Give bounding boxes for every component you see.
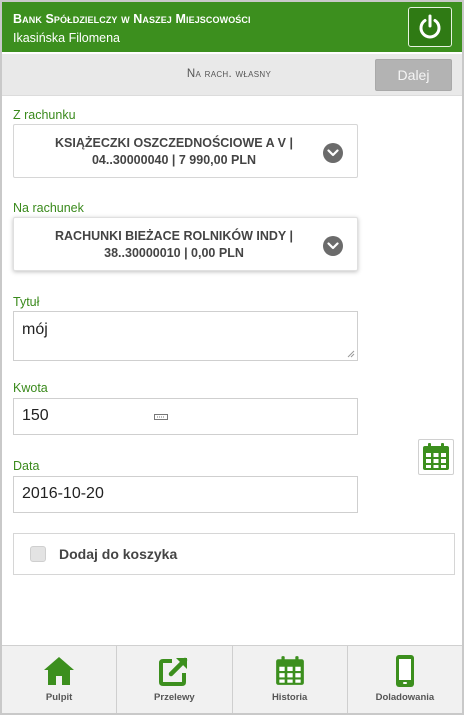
add-to-basket-label: Dodaj do koszyka <box>59 546 178 562</box>
keyboard-icon <box>154 414 168 420</box>
nav-item-pulpit[interactable]: Pulpit <box>2 646 118 713</box>
title-label: Tytuł <box>13 295 40 309</box>
title-input[interactable]: mój <box>13 311 358 361</box>
user-name: Ikasińska Filomena <box>13 31 120 45</box>
nav-item-przelewy[interactable]: Przelewy <box>117 646 233 713</box>
chevron-down-icon <box>323 143 343 163</box>
home-icon <box>42 654 76 688</box>
amount-value: 150 <box>22 407 49 424</box>
add-to-basket[interactable]: Dodaj do koszyka <box>13 533 455 575</box>
resize-grip-icon[interactable] <box>347 350 355 358</box>
date-value: 2016-10-20 <box>22 485 104 502</box>
nav-item-doladowania[interactable]: Doladowania <box>348 646 462 713</box>
amount-input[interactable]: 150 <box>13 398 358 435</box>
add-to-basket-checkbox[interactable] <box>30 546 46 562</box>
nav-label-historia: Historia <box>271 692 308 703</box>
next-button[interactable]: Dalej <box>375 59 452 91</box>
bank-name: Bank Spółdzielczy w Naszej Miejscowości <box>13 12 251 26</box>
to-account-label: Na rachunek <box>13 201 84 215</box>
transfer-icon <box>157 654 191 688</box>
date-picker-button[interactable] <box>418 439 454 475</box>
chevron-down-icon <box>323 236 343 256</box>
title-value: mój <box>22 321 48 338</box>
phone-icon <box>388 654 422 688</box>
app-window: Bank Spółdzielczy w Naszej Miejscowości … <box>0 0 464 715</box>
header: Bank Spółdzielczy w Naszej Miejscowości … <box>2 2 462 52</box>
nav-label-pulpit: Pulpit <box>45 692 73 703</box>
logout-button[interactable] <box>408 7 452 47</box>
calendar-icon <box>273 654 307 688</box>
to-account-value: RACHUNKI BIEŻACE ROLNIKÓW INDY | 38..300… <box>24 228 324 262</box>
to-account-name: RACHUNKI BIEŻACE ROLNIKÓW INDY | <box>55 229 293 243</box>
subheader: Na rach. własny Dalej <box>2 54 462 96</box>
to-account-select[interactable]: RACHUNKI BIEŻACE ROLNIKÓW INDY | 38..300… <box>13 217 358 271</box>
from-account-value: KSIĄŻECZKI OSZCZEDNOŚCIOWE A V | 04..300… <box>24 135 324 169</box>
amount-label: Kwota <box>13 381 48 395</box>
from-account-details: 04..30000040 | 7 990,00 PLN <box>91 153 257 167</box>
date-label: Data <box>13 459 40 473</box>
power-icon <box>419 14 441 39</box>
from-account-select[interactable]: KSIĄŻECZKI OSZCZEDNOŚCIOWE A V | 04..300… <box>13 124 358 178</box>
nav-label-przelewy: Przelewy <box>154 692 195 703</box>
from-account-label: Z rachunku <box>13 108 76 122</box>
calendar-icon <box>423 443 449 470</box>
date-input[interactable]: 2016-10-20 <box>13 476 358 513</box>
to-account-details: 38..30000010 | 0,00 PLN <box>104 246 244 260</box>
nav-item-historia[interactable]: Historia <box>233 646 348 713</box>
from-account-name: KSIĄŻECZKI OSZCZEDNOŚCIOWE A V | <box>55 136 293 150</box>
nav-label-doladowania: Doladowania <box>375 692 435 703</box>
bottom-nav: Pulpit Przelewy Historia Doladowania <box>2 645 462 713</box>
